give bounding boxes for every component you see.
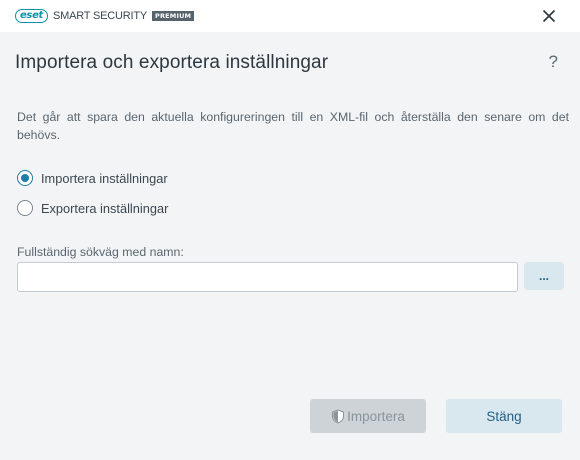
path-label: Fullständig sökväg med namn: (17, 245, 184, 259)
dialog-window: eset SMART SECURITY PREMIUM Importera oc… (0, 0, 580, 460)
import-button[interactable]: Importera (310, 399, 426, 433)
product-name: SMART SECURITY (53, 10, 147, 22)
close-button[interactable]: Stäng (446, 399, 562, 433)
description-text: Det går att spara den aktuella konfigure… (17, 110, 569, 142)
export-radio-label: Exportera inställningar (41, 200, 169, 216)
shield-icon (331, 408, 345, 424)
product-logo: eset SMART SECURITY PREMIUM (15, 9, 195, 23)
edition-badge: PREMIUM (151, 11, 195, 21)
close-icon[interactable] (540, 7, 558, 25)
export-settings-option[interactable]: Exportera inställningar (17, 200, 168, 216)
import-radio[interactable] (17, 170, 33, 186)
export-radio[interactable] (17, 200, 33, 216)
browse-button[interactable]: ... (524, 262, 564, 290)
import-radio-label: Importera inställningar (41, 170, 168, 186)
path-input[interactable] (17, 262, 518, 292)
import-button-label: Importera (347, 408, 405, 424)
eset-logo: eset (15, 9, 48, 23)
help-icon[interactable]: ? (549, 52, 558, 72)
import-settings-option[interactable]: Importera inställningar (17, 170, 168, 186)
title-bar: eset SMART SECURITY PREMIUM (0, 0, 580, 32)
page-title: Importera och exportera inställningar (15, 52, 329, 73)
